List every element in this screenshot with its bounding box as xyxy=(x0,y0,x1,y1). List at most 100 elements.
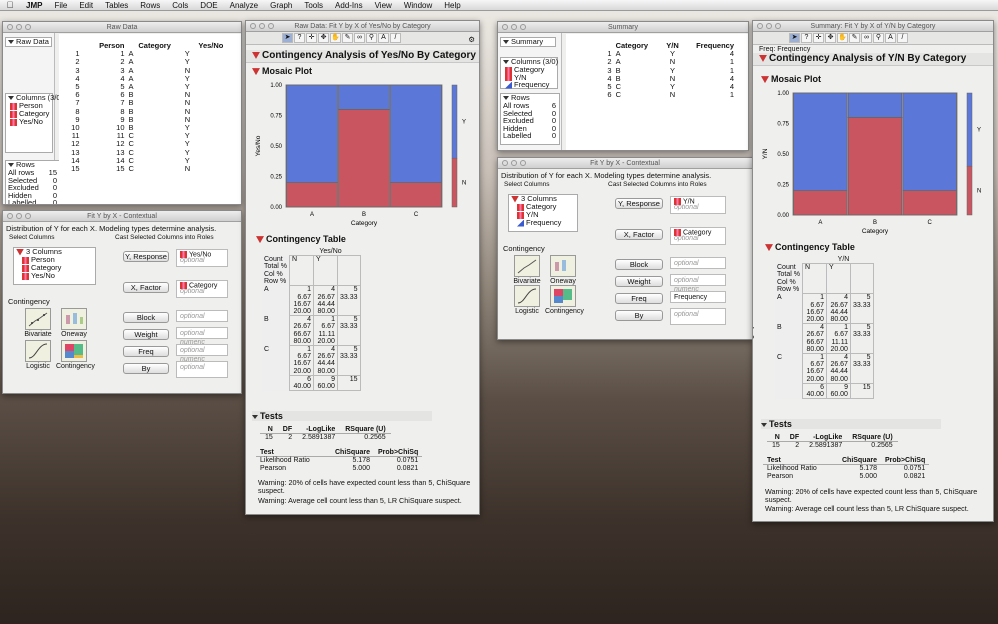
menu-edit[interactable]: Edit xyxy=(73,1,99,10)
table-row[interactable]: 14 14 C Y xyxy=(59,156,239,165)
menu-tables[interactable]: Tables xyxy=(99,1,134,10)
raw-data-titlebar[interactable]: Raw Data xyxy=(3,22,241,33)
report-options-icon[interactable]: ⚙ xyxy=(468,35,475,44)
table-row[interactable]: 2AN1 xyxy=(566,58,736,66)
table-cell[interactable]: 1 xyxy=(686,58,736,66)
zoom-icon[interactable] xyxy=(520,160,526,166)
column-item[interactable]: Category xyxy=(501,66,557,74)
by-button[interactable]: By xyxy=(123,363,169,374)
freq-field[interactable]: Frequency xyxy=(670,291,726,303)
table-row[interactable]: 13 13 C Y xyxy=(59,148,239,157)
magnifier-tool-icon[interactable]: ⚲ xyxy=(873,33,884,43)
column-item[interactable]: Frequency xyxy=(509,219,577,227)
mosaic-cell-n[interactable] xyxy=(793,190,848,216)
mosaic-cell-y[interactable] xyxy=(902,92,957,191)
table-cell[interactable]: Y xyxy=(183,74,239,83)
mosaic-cell-n[interactable] xyxy=(338,108,390,208)
table-cell[interactable]: C xyxy=(127,132,183,140)
table-cell[interactable]: B xyxy=(127,107,183,116)
weight-field[interactable]: optional numeric xyxy=(670,274,726,293)
menu-cols[interactable]: Cols xyxy=(166,1,194,10)
menu-file[interactable]: File xyxy=(48,1,73,10)
report-header[interactable]: Contingency Analysis of Y/N By Category xyxy=(753,53,993,66)
mosaic-cell-y[interactable] xyxy=(338,84,390,110)
zoom-icon[interactable] xyxy=(25,24,31,30)
table-cell[interactable]: B xyxy=(127,99,183,107)
bivariate-button[interactable] xyxy=(514,255,540,277)
minimize-icon[interactable] xyxy=(766,23,772,29)
close-icon[interactable] xyxy=(7,24,13,30)
help-tool-icon[interactable]: ? xyxy=(801,33,812,43)
brush-tool-icon[interactable]: ✎ xyxy=(342,33,353,43)
table-cell[interactable]: N xyxy=(183,164,239,173)
table-row[interactable]: 66BN xyxy=(59,91,239,99)
table-row[interactable]: 12 12 C Y xyxy=(59,140,239,148)
table-cell[interactable]: Y xyxy=(183,49,239,58)
close-icon[interactable] xyxy=(250,23,256,29)
freq-button[interactable]: Freq xyxy=(123,346,169,357)
table-row[interactable]: 11 11 C Y xyxy=(59,132,239,140)
block-button[interactable]: Block xyxy=(123,312,169,323)
close-icon[interactable] xyxy=(502,160,508,166)
minimize-icon[interactable] xyxy=(16,213,22,219)
column-selector[interactable]: 3 Columns Person Category Yes/No xyxy=(13,247,96,285)
mosaic-cell-n[interactable] xyxy=(847,116,903,216)
ctable-header[interactable]: Contingency Table xyxy=(256,234,346,244)
col-header-frequency[interactable]: Frequency xyxy=(686,41,736,50)
minimize-icon[interactable] xyxy=(511,24,517,30)
table-row[interactable]: 1AY4 xyxy=(566,49,736,58)
apple-icon[interactable]:  xyxy=(0,0,20,10)
table-cell[interactable]: C xyxy=(127,148,183,157)
x-factor-field[interactable]: Category optional xyxy=(176,280,228,298)
mosaic-header[interactable]: Mosaic Plot xyxy=(252,66,312,76)
raw-data-grid[interactable]: Person Category Yes/No 11AY22AY33AN44AY55A… xyxy=(59,34,241,204)
lasso-tool-icon[interactable]: ∞ xyxy=(354,33,365,43)
column-item[interactable]: Category xyxy=(509,203,577,211)
crosshair-tool-icon[interactable]: ✛ xyxy=(813,33,824,43)
table-row[interactable]: 11AY xyxy=(59,49,239,58)
lasso-tool-icon[interactable]: ∞ xyxy=(861,33,872,43)
column-item[interactable]: Yes/No xyxy=(6,118,52,126)
scroll-tool-icon[interactable]: ✥ xyxy=(318,33,329,43)
table-cell[interactable]: C xyxy=(127,164,183,173)
table-cell[interactable]: N xyxy=(183,107,239,116)
table-cell[interactable]: 15 xyxy=(82,164,127,173)
table-cell[interactable]: A xyxy=(127,58,183,66)
table-row[interactable]: 77BN xyxy=(59,99,239,107)
tests-header[interactable]: Tests xyxy=(252,411,432,421)
zoom-icon[interactable] xyxy=(520,24,526,30)
raw-report-titlebar[interactable]: Raw Data: Fit Y by X of Yes/No by Catego… xyxy=(246,21,479,32)
y-response-field[interactable]: Yes/No optional xyxy=(176,249,228,267)
column-item[interactable]: Frequency xyxy=(501,81,557,89)
fit-titlebar[interactable]: Fit Y by X - Contextual xyxy=(3,211,241,222)
table-cell[interactable]: Y xyxy=(183,82,239,91)
mosaic-cell-n[interactable] xyxy=(902,190,957,216)
contingency-button[interactable] xyxy=(61,340,87,362)
line-tool-icon[interactable]: / xyxy=(897,33,908,43)
table-cell[interactable]: 4 xyxy=(686,74,736,83)
weight-button[interactable]: Weight xyxy=(615,276,663,287)
ctable-header[interactable]: Contingency Table xyxy=(765,242,855,252)
crosshair-tool-icon[interactable]: ✛ xyxy=(306,33,317,43)
scroll-tool-icon[interactable]: ✥ xyxy=(825,33,836,43)
freq-field[interactable]: optional numeric xyxy=(176,344,228,363)
summary-table-panel[interactable]: Summary xyxy=(500,37,556,47)
table-cell[interactable]: C xyxy=(614,91,659,99)
oneway-button[interactable] xyxy=(61,308,87,330)
table-row[interactable]: 6CN1 xyxy=(566,91,736,99)
column-selector[interactable]: 3 Columns Category Y/N Frequency xyxy=(508,194,578,232)
col-header-yesno[interactable]: Yes/No xyxy=(183,41,239,50)
table-row[interactable]: 15 15 C N xyxy=(59,164,239,173)
menu-help[interactable]: Help xyxy=(438,1,466,10)
menu-add-ins[interactable]: Add-Ins xyxy=(329,1,369,10)
table-cell[interactable]: Y xyxy=(183,58,239,66)
table-cell[interactable]: 4 xyxy=(686,82,736,91)
y-response-button[interactable]: Y, Response xyxy=(615,198,663,209)
by-button[interactable]: By xyxy=(615,310,663,321)
table-row[interactable]: 5CY4 xyxy=(566,82,736,91)
summary-report-titlebar[interactable]: Summary: Fit Y by X of Y/N by Category xyxy=(753,21,993,32)
fit2-titlebar[interactable]: Fit Y by X - Contextual xyxy=(498,158,752,169)
table-cell[interactable]: Y xyxy=(183,156,239,165)
table-row[interactable]: 33AN xyxy=(59,66,239,75)
minimize-icon[interactable] xyxy=(259,23,265,29)
